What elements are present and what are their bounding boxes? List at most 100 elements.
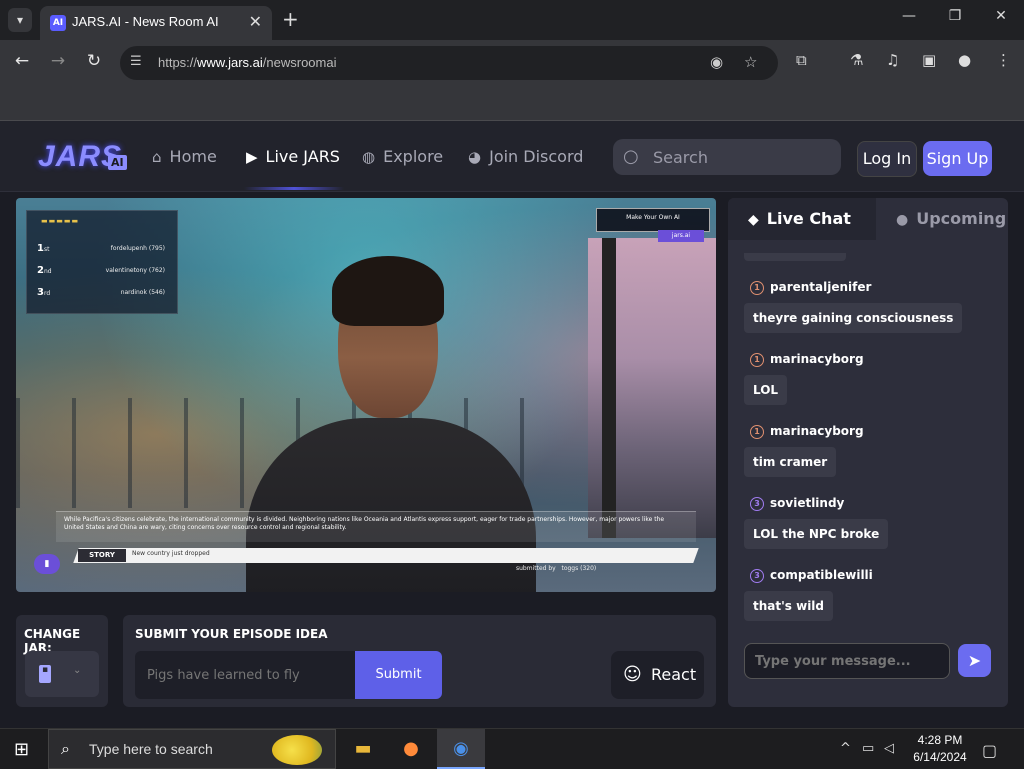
jar-select[interactable]: ▪ ⌄ <box>25 651 99 697</box>
search-icon: ○ <box>623 146 639 167</box>
restore-button[interactable]: ❐ <box>940 8 970 24</box>
browser-tabstrip: ▾ AI JARS.AI - News Room AI ✕ + — ❐ ✕ <box>0 0 1024 40</box>
tab-search-button[interactable]: ▾ <box>8 8 32 32</box>
windows-taskbar: ⊞ ⌕ Type here to search ▬ ● ◉ ^ ▭ ◁ 4:28… <box>0 728 1024 769</box>
tab-title: JARS.AI - News Room AI <box>72 14 219 29</box>
leaderboard-row: 1st fordelupenh (795) <box>37 243 165 254</box>
send-arrow-icon: ➤ <box>967 651 982 670</box>
anchor-hair <box>332 256 444 326</box>
nav-live-jars[interactable]: ▶ Live JARS <box>246 147 340 166</box>
level-badge-icon: 3 <box>750 496 764 511</box>
chrome-icon[interactable]: ◉ <box>446 735 476 763</box>
send-message-button[interactable]: ➤ <box>958 644 991 677</box>
new-tab-button[interactable]: + <box>282 7 299 31</box>
tv-icon: ▶ <box>246 148 258 166</box>
emoji-add-icon: ☺ <box>623 664 642 685</box>
forward-button[interactable]: → <box>46 51 70 71</box>
close-window-button[interactable]: ✕ <box>986 8 1016 24</box>
level-badge-icon: 3 <box>750 568 764 583</box>
chat-message: LOL <box>744 375 788 405</box>
leaderboard-row: 2nd valentinetony (762) <box>37 265 165 276</box>
notifications-icon[interactable]: ▢ <box>982 741 997 760</box>
back-button[interactable]: ← <box>10 51 34 71</box>
labs-flask-icon[interactable]: ⚗ <box>850 51 863 69</box>
file-explorer-icon[interactable]: ▬ <box>348 735 378 763</box>
story-label: STORY <box>78 549 126 562</box>
chat-bubble-icon: ◆ <box>748 212 759 228</box>
site-info-icon[interactable]: ☰ <box>130 54 142 69</box>
chevron-down-icon: ⌄ <box>73 665 82 676</box>
tab-live-chat[interactable]: ◆ Live Chat <box>728 198 876 240</box>
reload-button[interactable]: ↻ <box>82 51 106 71</box>
tab-upcoming[interactable]: ● Upcoming <box>876 198 1008 240</box>
profile-icon[interactable]: ● <box>958 51 971 69</box>
chat-message: tim cramer <box>744 447 837 477</box>
discord-icon: ◕ <box>468 148 482 166</box>
network-icon[interactable]: ▭ <box>862 741 874 756</box>
firefox-icon[interactable]: ● <box>396 735 426 763</box>
submitted-by: submitted by toggs (320) <box>516 565 597 572</box>
story-text: New country just dropped <box>132 550 210 557</box>
submit-idea-panel: SUBMIT YOUR EPISODE IDEA Submit ☺ React <box>123 615 716 707</box>
jar-icon: ▪ <box>39 665 51 683</box>
chat-message-input[interactable] <box>744 643 950 679</box>
clock-time: 4:28 PM <box>917 733 963 747</box>
browser-menu-icon[interactable]: ⋮ <box>996 51 1011 69</box>
make-your-own-banner: Make Your Own AI <box>596 208 710 232</box>
leaderboard-overlay: ▬▬▬▬▬ 1st fordelupenh (795) 2nd valentin… <box>26 210 178 314</box>
jar-badge-icon: ▮ <box>34 554 60 574</box>
chat-username[interactable]: 1 marinacyborg <box>750 424 864 439</box>
window-frame <box>602 238 616 538</box>
bookmarks-bar <box>0 86 1024 121</box>
browser-toolbar: ← → ↻ ☰ https://www.jars.ai/newsroomai ◉… <box>0 40 1024 86</box>
globe-icon: ◍ <box>362 148 376 166</box>
show-hidden-icons-chevron-icon[interactable]: ^ <box>840 741 851 756</box>
chat-panel: ◆ Live Chat ● Upcoming 1 parentaljenifer th… <box>728 198 1008 707</box>
bookmark-star-icon[interactable]: ☆ <box>744 53 757 71</box>
windows-start-icon[interactable]: ⊞ <box>14 739 29 760</box>
lightbulb-icon: ● <box>896 212 909 228</box>
volume-muted-icon[interactable]: ◁ <box>884 741 894 756</box>
site-search[interactable]: ○ Search <box>613 139 841 175</box>
chat-username[interactable]: 3 sovietlindy <box>750 496 844 511</box>
anchor-body <box>246 418 536 592</box>
taskbar-clock[interactable]: 4:28 PM 6/14/2024 <box>905 732 975 766</box>
news-ticker: While Pacifica's citizens celebrate, the… <box>56 511 696 542</box>
address-bar[interactable]: ☰ https://www.jars.ai/newsroomai ◉ ☆ <box>120 46 778 80</box>
home-icon: ⌂ <box>152 148 162 166</box>
chat-message: that's wild <box>744 591 834 621</box>
react-button[interactable]: ☺ React <box>611 651 704 699</box>
level-badge-icon: 1 <box>750 280 764 295</box>
media-controls-icon[interactable]: ♫ <box>886 51 899 69</box>
nav-home[interactable]: ⌂ Home <box>152 147 217 166</box>
url-text: https://www.jars.ai/newsroomai <box>158 55 337 70</box>
leaderboard-row: 3rd nardinok (546) <box>37 287 165 298</box>
level-badge-icon: 1 <box>750 352 764 367</box>
episode-idea-input[interactable] <box>135 651 355 699</box>
login-button[interactable]: Log In <box>857 141 917 177</box>
level-badge-icon: 1 <box>750 424 764 439</box>
ticker-text: While Pacifica's citizens celebrate, the… <box>64 516 665 531</box>
submit-idea-button[interactable]: Submit <box>355 651 442 699</box>
side-panel-icon[interactable]: ▣ <box>922 51 936 69</box>
submit-idea-title: SUBMIT YOUR EPISODE IDEA <box>135 627 328 641</box>
nav-explore[interactable]: ◍ Explore <box>362 147 443 166</box>
chat-username[interactable]: 3 compatiblewilli <box>750 568 873 583</box>
chat-username[interactable]: 1 parentaljenifer <box>750 280 871 295</box>
tab-close-icon[interactable]: ✕ <box>249 12 262 31</box>
nav-join-discord[interactable]: ◕ Join Discord <box>468 147 583 166</box>
search-icon: ⌕ <box>61 739 70 758</box>
tracking-protection-icon[interactable]: ◉ <box>710 53 723 71</box>
extensions-icon[interactable]: ⧉ <box>796 51 807 69</box>
jars-chip: jars.ai <box>658 230 704 242</box>
chat-message: theyre gaining consciousness <box>744 303 963 333</box>
search-placeholder: Search <box>653 148 708 167</box>
minimize-button[interactable]: — <box>894 8 924 24</box>
browser-tab-active[interactable]: AI JARS.AI - News Room AI ✕ <box>40 6 272 40</box>
signup-button[interactable]: Sign Up <box>923 141 992 176</box>
taskbar-search-placeholder: Type here to search <box>89 741 213 757</box>
leaderboard-title: ▬▬▬▬▬ <box>41 217 80 225</box>
lemon-highlight-icon[interactable] <box>272 735 322 765</box>
chat-username[interactable]: 1 marinacyborg <box>750 352 864 367</box>
live-video-stream[interactable]: ▬▬▬▬▬ 1st fordelupenh (795) 2nd valentin… <box>16 198 716 592</box>
